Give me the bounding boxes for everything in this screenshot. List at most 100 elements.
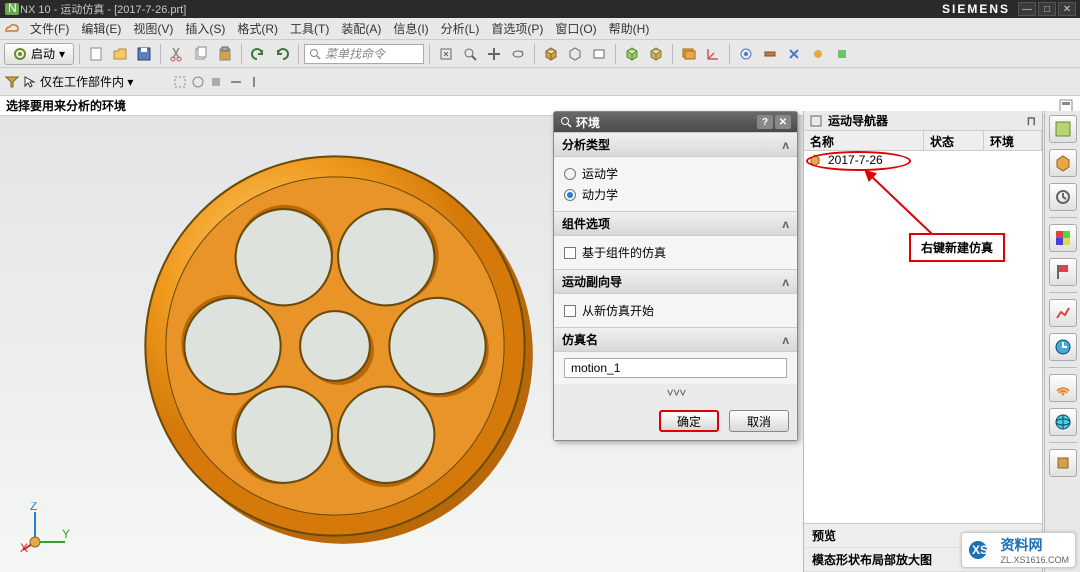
annotation-box: 右键新建仿真 [909, 233, 1005, 262]
menu-window[interactable]: 窗口(O) [549, 20, 602, 37]
menu-analysis[interactable]: 分析(L) [435, 20, 486, 37]
menu-edit[interactable]: 编辑(E) [75, 20, 127, 37]
checkbox-icon [564, 247, 576, 259]
zoom-icon[interactable] [459, 43, 481, 65]
redo-icon[interactable] [271, 43, 293, 65]
rail-graph-icon[interactable] [1049, 299, 1077, 327]
col-env[interactable]: 环境 [984, 131, 1042, 150]
rail-history-icon[interactable] [1049, 183, 1077, 211]
new-icon[interactable] [85, 43, 107, 65]
undo-icon[interactable] [247, 43, 269, 65]
copy-icon[interactable] [190, 43, 212, 65]
rail-nav-icon[interactable] [1049, 115, 1077, 143]
rect-icon[interactable] [588, 43, 610, 65]
panel-icon [810, 115, 822, 127]
navigator-tree[interactable]: 2017-7-26 右键新建仿真 [804, 151, 1042, 523]
filter-icon[interactable] [4, 74, 20, 90]
wcs-icon[interactable] [702, 43, 724, 65]
sel5-icon[interactable] [228, 74, 244, 90]
watermark-text: 资料网 [1000, 537, 1042, 553]
app-icon: N [4, 2, 20, 16]
layer-icon[interactable] [678, 43, 700, 65]
paste-icon[interactable] [214, 43, 236, 65]
menu-assemblies[interactable]: 装配(A) [335, 20, 387, 37]
ok-button[interactable]: 确定 [659, 410, 719, 432]
menu-format[interactable]: 格式(R) [231, 20, 284, 37]
section-wizard[interactable]: 运动副向导 ʌ [554, 269, 797, 294]
rail-wifi-icon[interactable] [1049, 374, 1077, 402]
menu-preferences[interactable]: 首选项(P) [485, 20, 549, 37]
close-button[interactable]: ✕ [1058, 2, 1076, 16]
rail-globe-icon[interactable] [1049, 408, 1077, 436]
check-new-sim[interactable]: 从新仿真开始 [564, 300, 787, 321]
sel4-icon[interactable] [208, 74, 224, 90]
chevron-up-icon: ʌ [782, 275, 789, 289]
sel6-icon[interactable] [246, 74, 262, 90]
sel-icon[interactable] [22, 74, 38, 90]
dialog-help-button[interactable]: ? [757, 115, 773, 129]
sel2-icon[interactable] [172, 74, 188, 90]
rail-color-icon[interactable] [1049, 224, 1077, 252]
box-icon[interactable] [621, 43, 643, 65]
chevron-down-icon: ▾ [127, 75, 133, 89]
dialog-titlebar[interactable]: 环境 ? ✕ [554, 112, 797, 132]
section-simname[interactable]: 仿真名 ʌ [554, 327, 797, 352]
cancel-button[interactable]: 取消 [729, 410, 789, 432]
rail-part-icon[interactable] [1049, 149, 1077, 177]
section-component-label: 组件选项 [562, 215, 610, 232]
more-chevron-icon[interactable]: ˅ ˅ ˅ [554, 384, 797, 402]
chevron-down-icon: ▾ [59, 47, 65, 61]
svg-text:Y: Y [62, 527, 70, 541]
check-new-sim-label: 从新仿真开始 [582, 302, 654, 319]
tool3-icon[interactable] [783, 43, 805, 65]
title-bar: N NX 10 - 运动仿真 - [2017-7-26.prt] SIEMENS… [0, 0, 1080, 18]
open-icon[interactable] [109, 43, 131, 65]
dialog-close-button[interactable]: ✕ [775, 115, 791, 129]
tool5-icon[interactable] [831, 43, 853, 65]
col-state[interactable]: 状态 [924, 131, 984, 150]
cancel-label: 取消 [747, 413, 771, 430]
watermark-logo-icon: XS [968, 540, 996, 560]
command-search[interactable]: 菜单找命令 [304, 44, 424, 64]
tool4-icon[interactable] [807, 43, 829, 65]
annotation-text: 右键新建仿真 [921, 241, 993, 255]
radio-dynamics[interactable]: 动力学 [564, 184, 787, 205]
minimize-button[interactable]: — [1018, 2, 1036, 16]
pan-icon[interactable] [483, 43, 505, 65]
start-label: 启动 [31, 45, 55, 62]
menu-view[interactable]: 视图(V) [127, 20, 179, 37]
save-icon[interactable] [133, 43, 155, 65]
scope-label: 仅在工作部件内 [40, 75, 124, 89]
cube2-icon[interactable] [564, 43, 586, 65]
menu-file[interactable]: 文件(F) [24, 20, 75, 37]
menu-tools[interactable]: 工具(T) [284, 20, 335, 37]
section-analysis-type[interactable]: 分析类型 ʌ [554, 132, 797, 157]
rotate-icon[interactable] [507, 43, 529, 65]
cut-icon[interactable] [166, 43, 188, 65]
menu-insert[interactable]: 插入(S) [179, 20, 231, 37]
box2-icon[interactable] [645, 43, 667, 65]
menu-info[interactable]: 信息(I) [387, 20, 434, 37]
rail-flag-icon[interactable] [1049, 258, 1077, 286]
dialog-title: 环境 [576, 114, 600, 131]
simname-input[interactable]: motion_1 [564, 358, 787, 378]
pin-icon[interactable]: ⊓ [1027, 114, 1036, 128]
cube-icon[interactable] [540, 43, 562, 65]
menu-help[interactable]: 帮助(H) [603, 20, 656, 37]
col-name[interactable]: 名称 [804, 131, 924, 150]
maximize-button[interactable]: □ [1038, 2, 1056, 16]
fit-icon[interactable] [435, 43, 457, 65]
start-button[interactable]: 启动 ▾ [4, 43, 74, 65]
section-component[interactable]: 组件选项 ʌ [554, 211, 797, 236]
svg-text:XS: XS [972, 543, 988, 557]
tool1-icon[interactable] [735, 43, 757, 65]
radio-kinematics[interactable]: 运动学 [564, 163, 787, 184]
check-component-based[interactable]: 基于组件的仿真 [564, 242, 787, 263]
rail-tool-icon[interactable] [1049, 449, 1077, 477]
scope-combo[interactable]: 仅在工作部件内 ▾ [40, 73, 170, 90]
menu-bar: 文件(F) 编辑(E) 视图(V) 插入(S) 格式(R) 工具(T) 装配(A… [0, 18, 1080, 40]
rail-clock-icon[interactable] [1049, 333, 1077, 361]
sel3-icon[interactable] [190, 74, 206, 90]
tool2-icon[interactable] [759, 43, 781, 65]
cloud-icon [4, 21, 20, 37]
